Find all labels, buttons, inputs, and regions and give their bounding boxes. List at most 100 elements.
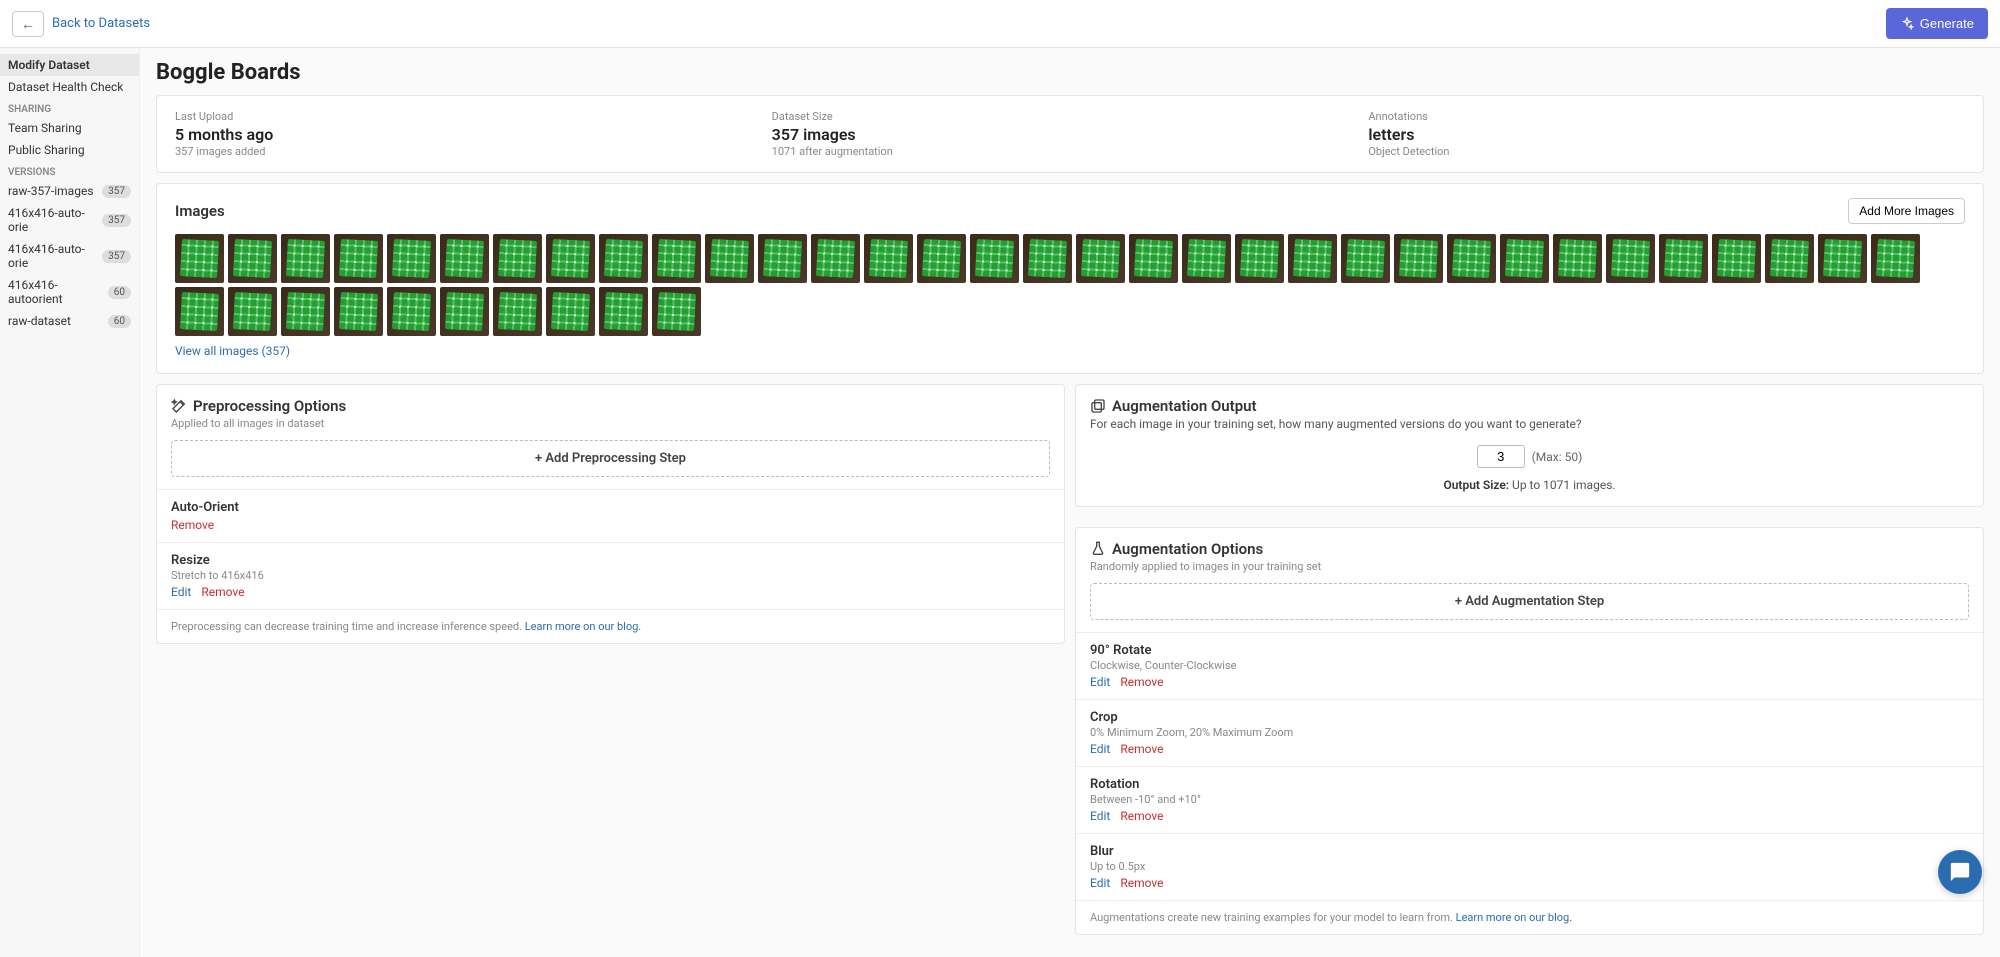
stat-sub: 1071 after augmentation <box>772 145 1369 158</box>
image-thumbnail[interactable] <box>546 287 595 336</box>
preprocessing-step: Auto-OrientRemove <box>157 489 1064 542</box>
image-thumbnail[interactable] <box>440 234 489 283</box>
image-thumbnail[interactable] <box>864 234 913 283</box>
sidebar-version-item[interactable]: 416x416-autoorient60 <box>0 274 139 310</box>
edit-link[interactable]: Edit <box>1090 742 1110 756</box>
image-thumbnail[interactable] <box>281 234 330 283</box>
image-thumbnail[interactable] <box>387 287 436 336</box>
version-label: raw-dataset <box>8 314 71 328</box>
preprocessing-subtitle: Applied to all images in dataset <box>157 417 1064 440</box>
image-thumbnail[interactable] <box>970 234 1019 283</box>
view-all-images-link[interactable]: View all images (357) <box>175 344 290 358</box>
chat-icon <box>1949 861 1971 883</box>
image-thumbnail[interactable] <box>1553 234 1602 283</box>
image-thumbnail[interactable] <box>599 234 648 283</box>
add-preprocessing-button[interactable]: + Add Preprocessing Step <box>171 440 1050 477</box>
image-thumbnail[interactable] <box>228 287 277 336</box>
sidebar-version-item[interactable]: 416x416-auto-orie357 <box>0 202 139 238</box>
sidebar-version-item[interactable]: raw-357-images357 <box>0 180 139 202</box>
step-desc: Clockwise, Counter-Clockwise <box>1090 659 1969 672</box>
stat-label: Annotations <box>1368 110 1965 123</box>
aug-input-row: (Max: 50) <box>1090 445 1969 468</box>
images-title: Images <box>175 202 225 220</box>
preprocessing-title: Preprocessing Options <box>193 397 346 415</box>
image-thumbnail[interactable] <box>175 234 224 283</box>
image-thumbnail[interactable] <box>1341 234 1390 283</box>
image-thumbnail[interactable] <box>1235 234 1284 283</box>
image-thumbnail[interactable] <box>917 234 966 283</box>
aug-output-question: For each image in your training set, how… <box>1090 417 1969 431</box>
image-thumbnail[interactable] <box>1818 234 1867 283</box>
augmentation-footer-link[interactable]: Learn more on our blog. <box>1456 911 1572 924</box>
stat-label: Last Upload <box>175 110 772 123</box>
image-thumbnail[interactable] <box>175 287 224 336</box>
image-thumbnail[interactable] <box>1023 234 1072 283</box>
aug-max-label: (Max: 50) <box>1532 450 1583 464</box>
remove-link[interactable]: Remove <box>201 585 244 599</box>
sidebar-item[interactable]: Public Sharing <box>0 139 139 161</box>
image-thumbnail[interactable] <box>811 234 860 283</box>
image-thumbnail[interactable] <box>1500 234 1549 283</box>
version-label: 416x416-autoorient <box>8 278 108 306</box>
topbar: ← Back to Datasets Generate <box>0 0 2000 48</box>
image-thumbnail[interactable] <box>228 234 277 283</box>
remove-link[interactable]: Remove <box>171 518 214 532</box>
remove-link[interactable]: Remove <box>1120 742 1163 756</box>
image-thumbnail[interactable] <box>493 234 542 283</box>
image-thumbnail[interactable] <box>1712 234 1761 283</box>
image-thumbnail[interactable] <box>1182 234 1231 283</box>
edit-link[interactable]: Edit <box>1090 675 1110 689</box>
image-thumbnail[interactable] <box>1765 234 1814 283</box>
output-size-label: Output Size: <box>1443 478 1509 492</box>
edit-link[interactable]: Edit <box>1090 876 1110 890</box>
aug-count-input[interactable] <box>1477 445 1525 468</box>
version-label: 416x416-auto-orie <box>8 206 102 234</box>
image-thumbnail[interactable] <box>1606 234 1655 283</box>
sidebar-item[interactable]: Team Sharing <box>0 117 139 139</box>
image-thumbnail[interactable] <box>1871 234 1920 283</box>
image-thumbnail[interactable] <box>546 234 595 283</box>
remove-link[interactable]: Remove <box>1120 675 1163 689</box>
sidebar-version-item[interactable]: 416x416-auto-orie357 <box>0 238 139 274</box>
image-thumbnail[interactable] <box>1659 234 1708 283</box>
step-name: 90° Rotate <box>1090 643 1969 658</box>
add-images-button[interactable]: Add More Images <box>1848 198 1965 224</box>
image-thumbnail[interactable] <box>440 287 489 336</box>
image-thumbnail[interactable] <box>705 234 754 283</box>
image-thumbnail[interactable] <box>281 287 330 336</box>
image-thumbnail[interactable] <box>334 287 383 336</box>
image-thumbnail[interactable] <box>1288 234 1337 283</box>
image-thumbnail[interactable] <box>1447 234 1496 283</box>
output-size: Output Size: Up to 1071 images. <box>1090 478 1969 492</box>
sidebar-item[interactable]: Dataset Health Check <box>0 76 139 98</box>
back-button[interactable]: ← <box>12 11 44 37</box>
stat-value: 357 images <box>772 125 1369 144</box>
edit-link[interactable]: Edit <box>171 585 191 599</box>
aug-output-body: For each image in your training set, how… <box>1076 417 1983 506</box>
step-name: Resize <box>171 553 1050 568</box>
sidebar-item[interactable]: Modify Dataset <box>0 54 139 76</box>
add-augmentation-button[interactable]: + Add Augmentation Step <box>1090 583 1969 620</box>
remove-link[interactable]: Remove <box>1120 809 1163 823</box>
image-thumbnail[interactable] <box>1129 234 1178 283</box>
sidebar-version-item[interactable]: raw-dataset60 <box>0 310 139 332</box>
image-thumbnail[interactable] <box>1394 234 1443 283</box>
generate-button[interactable]: Generate <box>1886 8 1988 39</box>
stat-label: Dataset Size <box>772 110 1369 123</box>
augmentation-step: Crop 0% Minimum Zoom, 20% Maximum Zoom E… <box>1076 699 1983 766</box>
augmentation-footer-text: Augmentations create new training exampl… <box>1090 911 1456 924</box>
image-thumbnail[interactable] <box>758 234 807 283</box>
flask-icon <box>1090 541 1106 557</box>
edit-link[interactable]: Edit <box>1090 809 1110 823</box>
image-thumbnail[interactable] <box>387 234 436 283</box>
image-thumbnail[interactable] <box>334 234 383 283</box>
remove-link[interactable]: Remove <box>1120 876 1163 890</box>
chat-fab[interactable] <box>1938 850 1982 894</box>
image-thumbnail[interactable] <box>1076 234 1125 283</box>
image-thumbnail[interactable] <box>599 287 648 336</box>
image-thumbnail[interactable] <box>652 234 701 283</box>
preprocessing-footer-link[interactable]: Learn more on our blog. <box>525 620 641 633</box>
back-link[interactable]: Back to Datasets <box>52 16 150 31</box>
image-thumbnail[interactable] <box>652 287 701 336</box>
image-thumbnail[interactable] <box>493 287 542 336</box>
